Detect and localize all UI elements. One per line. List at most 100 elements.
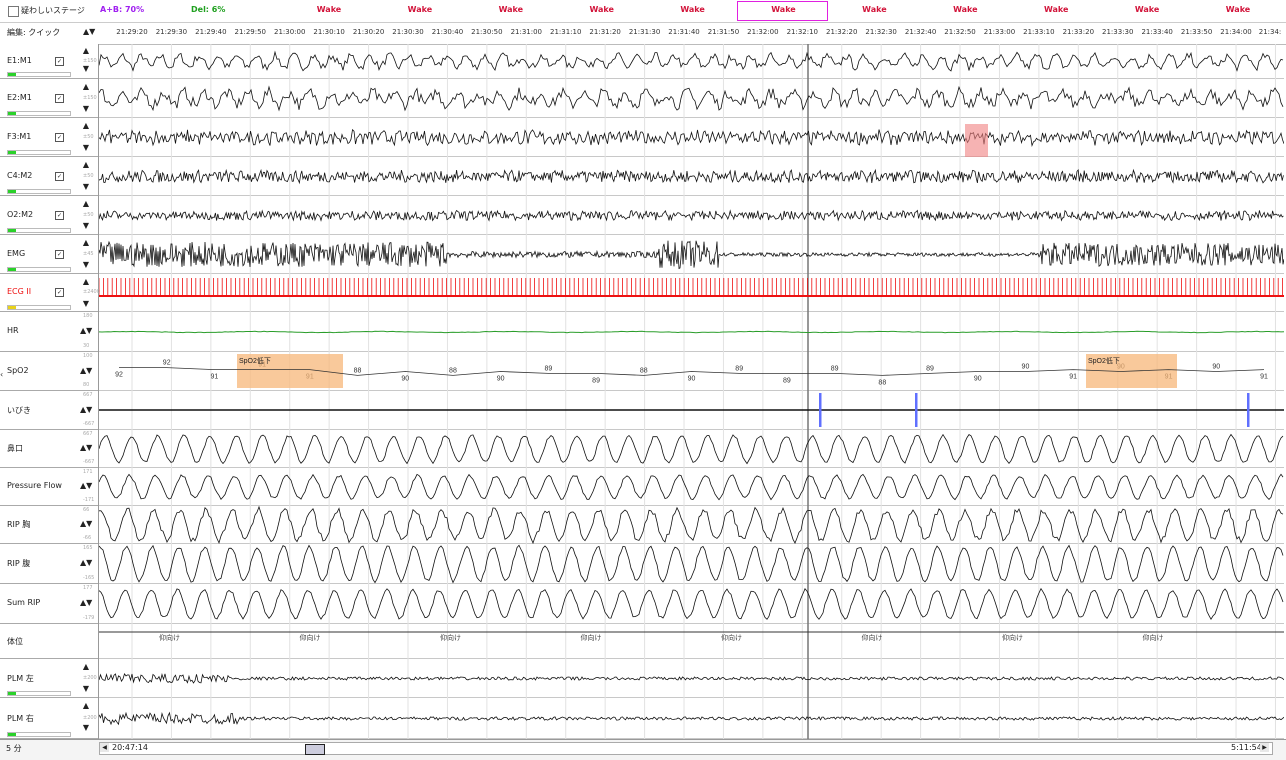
timeline-scrollbar[interactable]: ◀ 20:47:14 5:11:54 ▶ (99, 742, 1273, 755)
channel-row[interactable]: C4:M2 ✓ ▲ ▼ ±50 (0, 157, 98, 196)
spo2-value: 89 (926, 365, 934, 372)
channel-scale-arrows-icon[interactable]: ▲▼ (80, 559, 92, 567)
spo2-value: 91 (1069, 374, 1077, 381)
channel-row[interactable]: F3:M1 ✓ ▲ ▼ ±50 (0, 118, 98, 157)
channel-row[interactable]: ECG II ✓ ▲ ▼ ±2400 (0, 274, 100, 312)
channel-name: SpO2 (7, 365, 29, 375)
channel-scale: ±200 (83, 714, 97, 721)
stage-label[interactable]: Wake (1044, 5, 1068, 14)
stage-label[interactable]: Wake (680, 5, 704, 14)
stage-label[interactable]: Wake (1135, 5, 1159, 14)
signal-plot[interactable]: 92 92 91 91 91 88 90 88 90 89 89 88 90 89 89 89 88 89 90 90… (99, 44, 1284, 739)
channel-row[interactable]: E2:M1 ✓ ▲ ▼ ±150 (0, 79, 98, 118)
sort-arrows-icon[interactable]: ▲▼ (83, 27, 95, 36)
stage-label[interactable]: Wake (589, 5, 613, 14)
channel-visible-checkbox[interactable]: ✓ (55, 56, 64, 66)
channel-scale-top: 177 (83, 585, 93, 591)
channel-name: E1:M1 (7, 55, 32, 65)
time-tick-label: 21:29:50 (234, 28, 267, 36)
scroll-right-icon[interactable]: ▶ (1260, 743, 1269, 752)
channel-row[interactable]: 鼻口 ▲▼ 667 -667 (0, 430, 98, 468)
time-tick-label: 21:30:00 (273, 28, 306, 36)
channel-row[interactable]: 体位 (0, 624, 98, 659)
channel-scale-top: 100 (83, 353, 93, 359)
scroll-left-icon[interactable]: ◀ (100, 743, 109, 752)
channel-visible-checkbox[interactable]: ✓ (55, 171, 64, 181)
time-tick-label: 21:31:10 (549, 28, 582, 36)
position-label: 仰向け (862, 633, 883, 642)
channel-visible-checkbox[interactable]: ✓ (55, 249, 64, 259)
stage-label[interactable]: Wake (1226, 5, 1250, 14)
channel-name: Sum RIP (7, 598, 41, 607)
channel-name: HR (7, 326, 19, 335)
spo2-value: 90 (401, 376, 409, 383)
channel-row[interactable]: RIP 胸 ▲▼ 66 -66 (0, 506, 98, 544)
channel-scale-arrows-icon[interactable]: ▲▼ (80, 599, 92, 607)
channel-scale-top: 165 (83, 545, 93, 551)
channel-row[interactable]: いびき ▲▼ 667 -667 (0, 391, 98, 430)
time-tick-label: 21:33:50 (1180, 28, 1213, 36)
hr-trace (99, 330, 1284, 334)
time-tick-label: 21:32:40 (904, 28, 937, 36)
channel-name: PLM 右 (7, 713, 34, 723)
channel-level-bar (7, 189, 71, 194)
channel-scale: ±2400 (83, 289, 100, 295)
channel-visible-checkbox[interactable]: ✓ (55, 132, 64, 142)
spo2-event-label[interactable]: SpO2低下 (1088, 356, 1120, 365)
channel-scale-arrows-icon[interactable]: ▲▼ (80, 444, 92, 452)
stage-header: 疑わしいステージ A+B: 70% Del: 6% Wake Wake Wake Wa… (0, 0, 1286, 23)
time-tick-label: 21:30:40 (431, 28, 464, 36)
stage-label[interactable]: Wake (771, 5, 795, 14)
channel-row[interactable]: Pressure Flow ▲▼ 171 -171 (0, 468, 98, 506)
position-label: 仰向け (721, 633, 742, 642)
stage-label[interactable]: Wake (408, 5, 432, 14)
suspicious-stage-checkbox[interactable] (8, 6, 19, 17)
spo2-value: 88 (449, 367, 457, 374)
collapse-chevron-icon[interactable]: ‹ (0, 370, 3, 379)
del-stat: Del: 6% (191, 5, 226, 14)
channel-row[interactable]: EMG ✓ ▲ ▼ ±45 (0, 235, 98, 274)
stage-label[interactable]: Wake (953, 5, 977, 14)
stage-label[interactable]: Wake (499, 5, 523, 14)
time-tick-label: 21:32:20 (826, 28, 858, 36)
time-tick-label: 21:29:30 (155, 28, 188, 36)
scroll-thumb[interactable] (305, 744, 325, 755)
time-tick-label: 21:32:10 (786, 28, 819, 36)
channel-row[interactable]: PLM 右 ▲ ▼ ±200 (0, 698, 98, 739)
channel-scale-arrows-icon[interactable]: ▲▼ (80, 520, 92, 528)
channel-visible-checkbox[interactable]: ✓ (55, 210, 64, 220)
channel-scale-arrows-icon[interactable]: ▲▼ (80, 327, 92, 335)
emg-trace (99, 240, 1284, 270)
channel-scale: ±200 (83, 674, 97, 681)
rip-abdomen-trace (99, 544, 1284, 584)
channel-row[interactable]: O2:M2 ✓ ▲ ▼ ±50 (0, 196, 98, 235)
channel-scale-arrows-icon[interactable]: ▲▼ (80, 366, 92, 375)
stage-label[interactable]: Wake (317, 5, 341, 14)
channel-name: いびき (7, 405, 31, 415)
channel-row[interactable]: E1:M1 ✓ ▲ ▼ ±150 (0, 44, 98, 79)
channel-scale-arrows-icon[interactable]: ▲▼ (80, 405, 92, 414)
channel-scale-arrows-icon[interactable]: ▲▼ (80, 482, 92, 490)
channel-visible-checkbox[interactable]: ✓ (55, 93, 64, 103)
start-time: 20:47:14 (112, 743, 148, 752)
time-tick-label: 21:30:30 (392, 28, 424, 36)
channel-scale-top: 171 (83, 469, 93, 475)
time-tick-label: 21:32:50 (944, 28, 976, 36)
spo2-value: 92 (115, 372, 123, 379)
position-label: 仰向け (1002, 633, 1023, 642)
time-axis: 編集: クイック ▲▼ 21:29:20 21:29:30 21:29:40 21:2… (0, 22, 1286, 45)
snore-event (915, 393, 918, 427)
channel-row[interactable]: RIP 腹 ▲▼ 165 -165 (0, 544, 98, 584)
spo2-event-label[interactable]: SpO2低下 (239, 356, 271, 365)
channel-level-bar (7, 267, 71, 272)
channel-scale-top: 180 (83, 313, 93, 319)
position-label: 仰向け (1143, 633, 1164, 642)
channel-row[interactable]: SpO2 ▲▼ 100 80 (0, 352, 98, 391)
spo2-value: 89 (544, 365, 552, 372)
channel-visible-checkbox[interactable]: ✓ (55, 288, 64, 297)
stage-label[interactable]: Wake (862, 5, 886, 14)
time-tick-label: 21:33:40 (1141, 28, 1173, 36)
channel-row[interactable]: PLM 左 ▲ ▼ ±200 (0, 659, 98, 698)
channel-row[interactable]: HR ▲▼ 180 30 (0, 312, 98, 352)
channel-row[interactable]: Sum RIP ▲▼ 177 -179 (0, 584, 98, 624)
